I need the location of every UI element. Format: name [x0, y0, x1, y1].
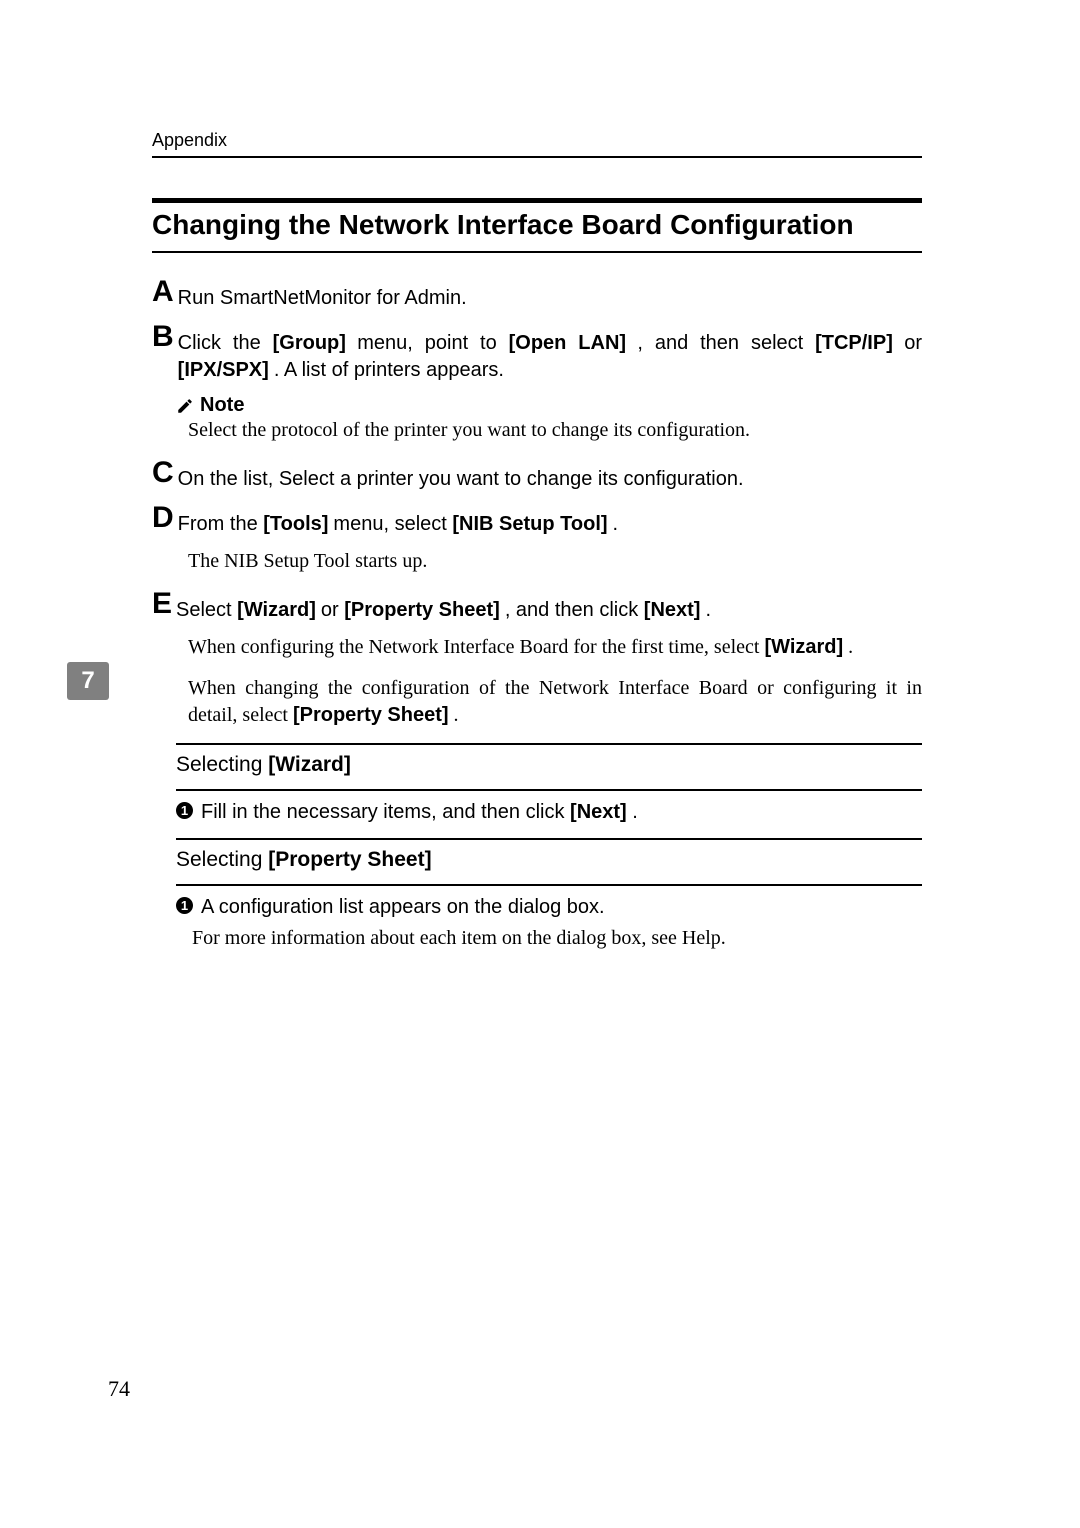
propsheet-follow: For more information about each item on … [192, 925, 922, 952]
divider [176, 838, 922, 840]
step-d-follow: The NIB Setup Tool starts up. [188, 548, 922, 575]
step-letter: B [152, 322, 174, 352]
step-letter: D [152, 503, 174, 533]
text: Click the [178, 332, 273, 354]
text: . [705, 599, 711, 621]
text: . [613, 513, 619, 535]
ui-ref: [Property Sheet] [344, 599, 500, 621]
note-label: Note [200, 394, 244, 417]
ui-ref: [TCP/IP] [815, 332, 893, 354]
ui-ref: [Open LAN] [509, 332, 626, 354]
content-area: Appendix Changing the Network Interface … [152, 130, 922, 952]
page-title: Changing the Network Interface Board Con… [152, 209, 922, 253]
text: . [454, 704, 459, 726]
text: Selecting [176, 848, 268, 871]
step-d-text: From the [Tools] menu, select [NIB Setup… [178, 503, 922, 538]
text: , and then select [637, 332, 815, 354]
divider [176, 789, 922, 791]
text: When configuring the Network Interface B… [188, 636, 764, 658]
text: or [321, 599, 344, 621]
ui-ref: [Wizard] [268, 753, 351, 776]
divider [176, 743, 922, 745]
text: Select [176, 599, 237, 621]
ui-ref: [Property Sheet] [268, 848, 431, 871]
bullet-number-icon: 1 [176, 802, 193, 819]
step-e-follow2: When changing the configuration of the N… [188, 675, 922, 729]
step-c: C On the list, Select a printer you want… [152, 458, 922, 493]
ui-ref: [Wizard] [764, 636, 843, 658]
text: From the [178, 513, 264, 535]
step-a-text: Run SmartNetMonitor for Admin. [178, 277, 922, 312]
text: , and then click [505, 599, 644, 621]
step-letter: A [152, 277, 174, 307]
step-e: E Select [Wizard] or [Property Sheet] , … [152, 589, 922, 624]
text: . A list of printers appears. [274, 359, 504, 381]
pencil-icon [176, 397, 194, 415]
step-a: A Run SmartNetMonitor for Admin. [152, 277, 922, 312]
text: Selecting [176, 753, 268, 776]
text: Fill in the necessary items, and then cl… [201, 801, 570, 823]
chapter-tab: 7 [67, 662, 109, 700]
step-d: D From the [Tools] menu, select [NIB Set… [152, 503, 922, 538]
ui-ref: [Next] [570, 801, 627, 823]
ui-ref: [NIB Setup Tool] [452, 513, 607, 535]
wizard-subhead: Selecting [Wizard] [176, 753, 922, 777]
ui-ref: [Wizard] [237, 599, 316, 621]
ui-ref: [Next] [644, 599, 701, 621]
note-body: Select the protocol of the printer you w… [188, 417, 922, 444]
running-header: Appendix [152, 130, 922, 158]
propsheet-bullet-text: A configuration list appears on the dial… [201, 894, 922, 921]
propsheet-bullet: 1 A configuration list appears on the di… [176, 894, 922, 921]
step-c-text: On the list, Select a printer you want t… [178, 458, 922, 493]
step-letter: C [152, 458, 174, 488]
ui-ref: [Tools] [263, 513, 328, 535]
divider [176, 884, 922, 886]
text: menu, point to [357, 332, 508, 354]
wizard-bullet-text: Fill in the necessary items, and then cl… [201, 799, 922, 826]
text: menu, select [333, 513, 452, 535]
text: . [632, 801, 638, 823]
propsheet-subhead: Selecting [Property Sheet] [176, 848, 922, 872]
step-b-text: Click the [Group] menu, point to [Open L… [178, 322, 922, 384]
step-b: B Click the [Group] menu, point to [Open… [152, 322, 922, 384]
manual-page: Appendix Changing the Network Interface … [0, 0, 1080, 1528]
text: or [904, 332, 922, 354]
wizard-bullet: 1 Fill in the necessary items, and then … [176, 799, 922, 826]
step-e-text: Select [Wizard] or [Property Sheet] , an… [176, 589, 922, 624]
ui-ref: [Property Sheet] [293, 704, 449, 726]
step-letter: E [152, 589, 172, 619]
ui-ref: [Group] [273, 332, 346, 354]
note-header: Note [176, 394, 922, 417]
page-number: 74 [108, 1376, 130, 1402]
ui-ref: [IPX/SPX] [178, 359, 269, 381]
step-e-follow1: When configuring the Network Interface B… [188, 634, 922, 661]
title-rule [152, 198, 922, 203]
text: . [848, 636, 853, 658]
bullet-number-icon: 1 [176, 897, 193, 914]
